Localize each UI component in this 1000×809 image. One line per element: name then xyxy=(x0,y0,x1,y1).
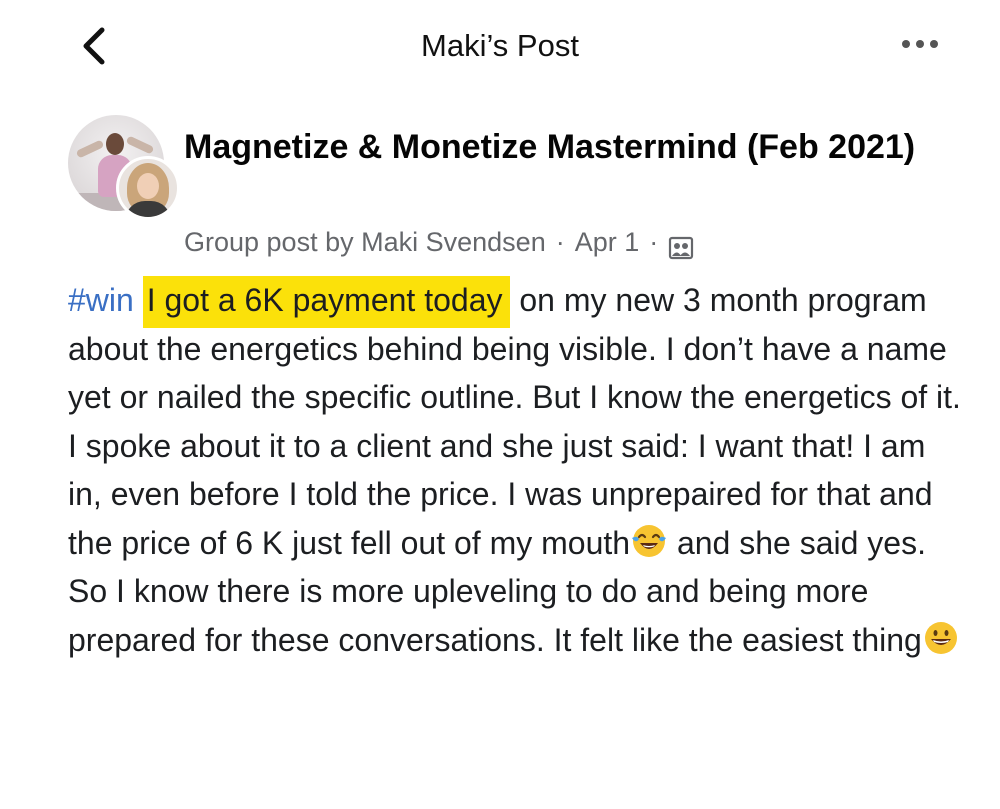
group-name-link[interactable]: Magnetize & Monetize Mastermind (Feb 202… xyxy=(184,124,924,170)
highlighted-text: I got a 6K payment today xyxy=(142,276,511,328)
avatar-figure-head xyxy=(106,133,124,155)
avatar-figure-arm xyxy=(125,135,155,155)
more-options-button[interactable] xyxy=(890,22,950,66)
hashtag-link[interactable]: #win xyxy=(68,282,134,318)
members-group-icon xyxy=(668,231,694,260)
page-title: Maki’s Post xyxy=(421,28,579,63)
avatar-face xyxy=(137,173,159,199)
meta-separator: · xyxy=(555,227,565,257)
avatar-figure-arm xyxy=(75,139,105,159)
more-dots-icon xyxy=(902,40,910,48)
post-date-link[interactable]: Apr 1 xyxy=(575,222,640,262)
more-dot xyxy=(916,40,924,48)
post-body: #win I got a 6K payment today on my new … xyxy=(68,276,968,664)
meta-prefix: Group post by xyxy=(184,227,362,257)
author-avatar[interactable] xyxy=(116,156,180,220)
laughing-tears-emoji-icon xyxy=(630,522,668,560)
grinning-face-emoji-icon xyxy=(922,619,960,657)
post-header: Magnetize & Monetize Mastermind (Feb 202… xyxy=(0,100,1000,270)
top-bar: Maki’s Post xyxy=(0,0,1000,92)
author-name-link[interactable]: Maki Svendsen xyxy=(361,222,546,262)
meta-separator: · xyxy=(649,227,659,257)
more-dot xyxy=(930,40,938,48)
post-meta: Group post by Maki Svendsen · Apr 1 · xyxy=(184,222,694,262)
